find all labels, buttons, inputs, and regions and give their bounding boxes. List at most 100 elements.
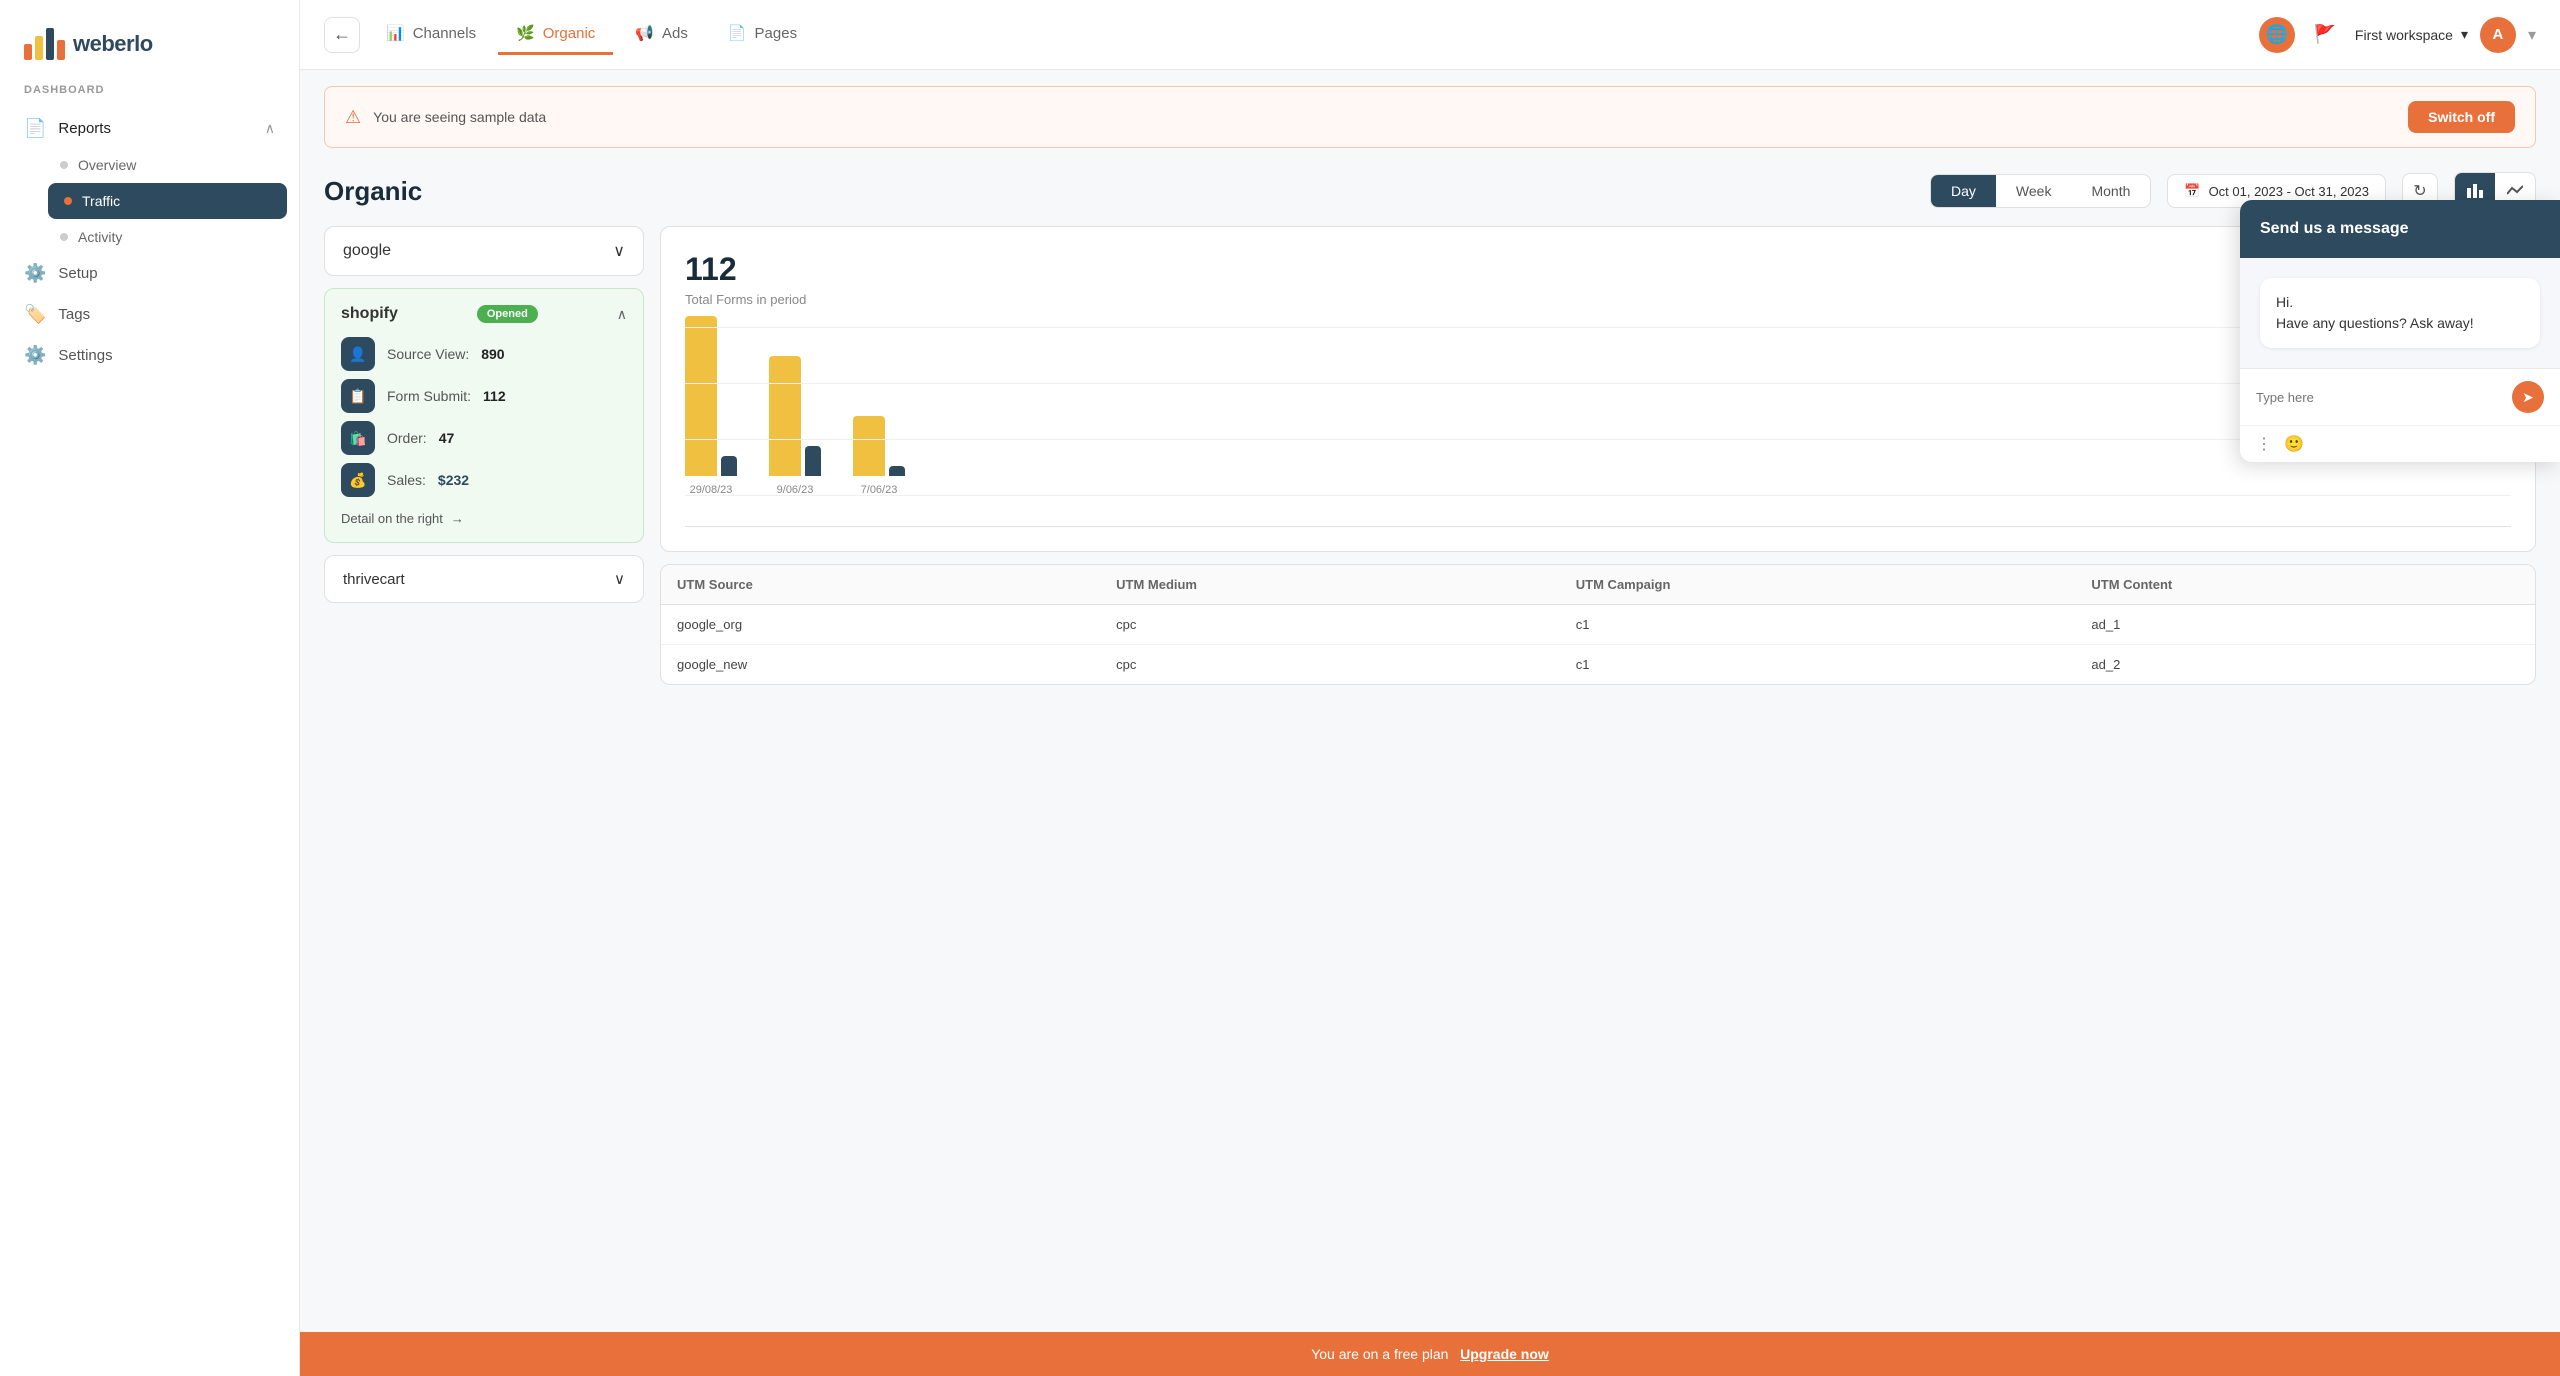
period-tab-week[interactable]: Week [1996,175,2072,207]
upgrade-link[interactable]: Upgrade now [1460,1346,1549,1362]
shopify-metric-source-view: 👤 Source View: 890 [341,337,627,371]
topnav-right: 🌐 🚩 First workspace ▾ A ▾ [2259,17,2536,53]
table-row: google_new cpc c1 ad_2 [661,645,2535,685]
reports-icon: 📄 [24,118,46,139]
logo-area: weberlo [0,20,299,84]
bar-yellow-2 [769,356,801,476]
thrivecart-chevron-icon: ∨ [614,570,625,588]
form-submit-icon: 📋 [341,379,375,413]
period-tab-day[interactable]: Day [1931,175,1996,207]
main-area: ← 📊 Channels 🌿 Organic 📢 Ads 📄 Pages [300,0,2560,1376]
chat-input-area: ➤ [2240,368,2560,425]
switch-off-button[interactable]: Switch off [2408,101,2515,133]
workspace-chevron-icon: ▾ [2461,26,2468,43]
col-utm-medium: UTM Medium [1100,565,1560,605]
globe-icon-btn[interactable]: 🌐 [2259,17,2295,53]
tab-organic-label: Organic [543,25,596,42]
shopify-opened-badge: Opened [477,305,538,323]
bottom-banner: You are on a free plan Upgrade now [300,1332,2560,1376]
tab-channels[interactable]: 📊 Channels [368,14,494,55]
sidebar-section-label: DASHBOARD [0,84,299,108]
workspace-name: First workspace [2355,27,2453,43]
sidebar-item-activity[interactable]: Activity [60,221,299,253]
cell-utm-campaign-2: c1 [1560,645,2076,685]
cell-utm-medium-2: cpc [1100,645,1560,685]
sidebar-item-overview[interactable]: Overview [60,149,299,181]
shopify-chevron-icon[interactable]: ∧ [617,306,627,323]
workspace-selector[interactable]: First workspace ▾ [2355,26,2468,43]
form-submit-label: Form Submit: [387,388,471,404]
tab-pages-label: Pages [755,25,798,42]
sidebar-item-settings[interactable]: ⚙️ Settings [0,335,299,376]
thrivecart-dropdown[interactable]: thrivecart ∨ [324,555,644,603]
table-card: UTM Source UTM Medium UTM Campaign UTM C… [660,564,2536,685]
sales-icon: 💰 [341,463,375,497]
activity-dot [60,233,68,241]
warning-icon: ⚠ [345,107,361,128]
sidebar-item-traffic-label: Traffic [82,193,120,209]
tags-icon: 🏷️ [24,304,46,325]
refresh-icon: ↻ [2413,181,2426,201]
sidebar-item-tags[interactable]: 🏷️ Tags [0,294,299,335]
order-icon: 🛍️ [341,421,375,455]
source-view-icon: 👤 [341,337,375,371]
arrow-right-icon: → [451,511,464,526]
avatar[interactable]: A [2480,17,2516,53]
logo-text: weberlo [73,31,153,57]
google-source-dropdown[interactable]: google ∨ [324,226,644,276]
sidebar-item-reports[interactable]: 📄 Reports ∧ [0,108,299,149]
chat-send-button[interactable]: ➤ [2512,381,2544,413]
ads-icon: 📢 [635,24,654,42]
sidebar-item-reports-label: Reports [58,120,111,137]
cell-utm-campaign-1: c1 [1560,605,2076,645]
chat-footer: ⋮ 🙂 [2240,425,2560,462]
tab-channels-label: Channels [413,25,476,42]
col-utm-source: UTM Source [661,565,1100,605]
period-tab-month[interactable]: Month [2071,175,2150,207]
bar-label-3: 7/06/23 [861,484,898,496]
bar-dark-3 [889,466,905,476]
chat-input[interactable] [2256,390,2504,405]
source-label: google [343,242,391,260]
sample-data-banner: ⚠ You are seeing sample data Switch off [324,86,2536,148]
reports-chevron-icon: ∧ [265,120,275,137]
source-view-label: Source View: [387,346,469,362]
settings-icon: ⚙️ [24,345,46,366]
tab-pages[interactable]: 📄 Pages [710,14,815,55]
traffic-dot [64,197,72,205]
bar-group-2: 9/06/23 [769,356,821,496]
shopify-metric-sales: 💰 Sales: $232 [341,463,627,497]
cell-utm-source-2: google_new [661,645,1100,685]
topnav: ← 📊 Channels 🌿 Organic 📢 Ads 📄 Pages [300,0,2560,70]
bar-chart: 29/08/23 9/06/23 [685,327,2511,527]
sidebar-item-overview-label: Overview [78,157,136,173]
flag-icon-btn[interactable]: 🚩 [2307,17,2343,53]
form-submit-value: 112 [483,388,506,404]
table-row: google_org cpc c1 ad_1 [661,605,2535,645]
sidebar-item-traffic[interactable]: Traffic [48,183,287,219]
page-title: Organic [324,176,1914,207]
col-utm-content: UTM Content [2075,565,2535,605]
bottom-banner-text: You are on a free plan [1311,1346,1448,1362]
sidebar-item-setup[interactable]: ⚙️ Setup [0,253,299,294]
chat-body: Hi.Have any questions? Ask away! [2240,258,2560,368]
avatar-letter: A [2493,26,2504,43]
pages-icon: 📄 [728,24,747,42]
shopify-card: shopify Opened ∧ 👤 Source View: 890 [324,288,644,543]
detail-link[interactable]: Detail on the right → [341,511,627,526]
chart-metric-label: Total Forms in period [685,292,2511,307]
logo-icon [24,28,65,60]
tab-organic[interactable]: 🌿 Organic [498,14,613,55]
tab-ads[interactable]: 📢 Ads [617,14,706,55]
channels-icon: 📊 [386,24,405,42]
chat-emoji-icon[interactable]: 🙂 [2284,434,2304,454]
content-grid: google ∨ shopify Opened ∧ 👤 [300,226,2560,709]
chart-metric-value: 112 [685,251,2511,288]
chat-more-icon[interactable]: ⋮ [2256,434,2272,454]
bar-group-3: 7/06/23 [853,416,905,496]
chat-widget: Send us a message Hi.Have any questions?… [2240,200,2560,462]
order-label: Order: [387,430,427,446]
back-button[interactable]: ← [324,17,360,53]
chat-header: Send us a message [2240,200,2560,258]
organic-icon: 🌿 [516,24,535,42]
